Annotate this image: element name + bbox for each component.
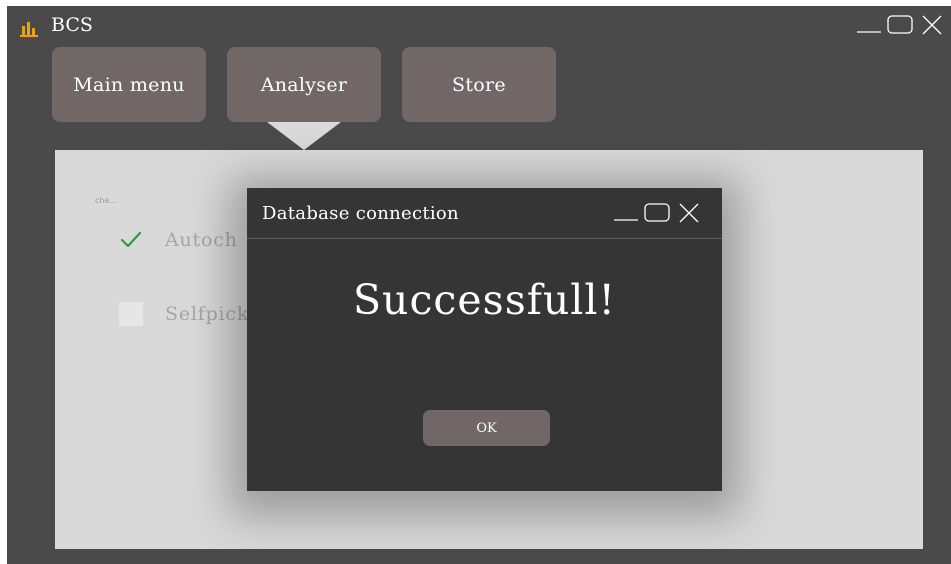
tab-analyser[interactable]: Analyser xyxy=(227,47,381,122)
dialog-title: Database connection xyxy=(262,203,459,224)
bar-chart-icon xyxy=(19,18,39,38)
tab-main-menu[interactable]: Main menu xyxy=(52,47,206,122)
selected-tab-pointer xyxy=(267,122,341,150)
minimize-icon[interactable] xyxy=(855,16,885,36)
selfpick-checkbox[interactable] xyxy=(119,302,143,326)
selfpick-label: Selfpick xyxy=(165,303,250,325)
tab-store[interactable]: Store xyxy=(402,47,556,122)
autoch-label: Autoch xyxy=(165,229,238,251)
database-connection-dialog: Database connection Successfull! OK xyxy=(247,188,722,491)
option-selfpick[interactable]: Selfpick xyxy=(119,302,249,326)
dialog-minimize-icon[interactable] xyxy=(612,204,642,224)
close-icon[interactable] xyxy=(919,14,949,36)
option-autoch[interactable]: Autoch xyxy=(119,228,238,252)
app-title: BCS xyxy=(51,14,93,36)
checkmark-icon xyxy=(120,231,142,248)
window-controls xyxy=(855,10,951,38)
dialog-title-bar: Database connection xyxy=(247,188,722,239)
dialog-window-controls xyxy=(612,198,708,226)
maximize-icon[interactable] xyxy=(887,15,913,34)
dialog-maximize-icon[interactable] xyxy=(644,203,670,222)
dialog-message: Successfull! xyxy=(352,276,617,324)
title-bar: BCS xyxy=(7,6,951,46)
dialog-close-icon[interactable] xyxy=(676,202,706,224)
panel-caption: che... xyxy=(95,196,118,205)
autoch-checkbox[interactable] xyxy=(119,228,143,252)
ok-button[interactable]: OK xyxy=(423,410,550,446)
